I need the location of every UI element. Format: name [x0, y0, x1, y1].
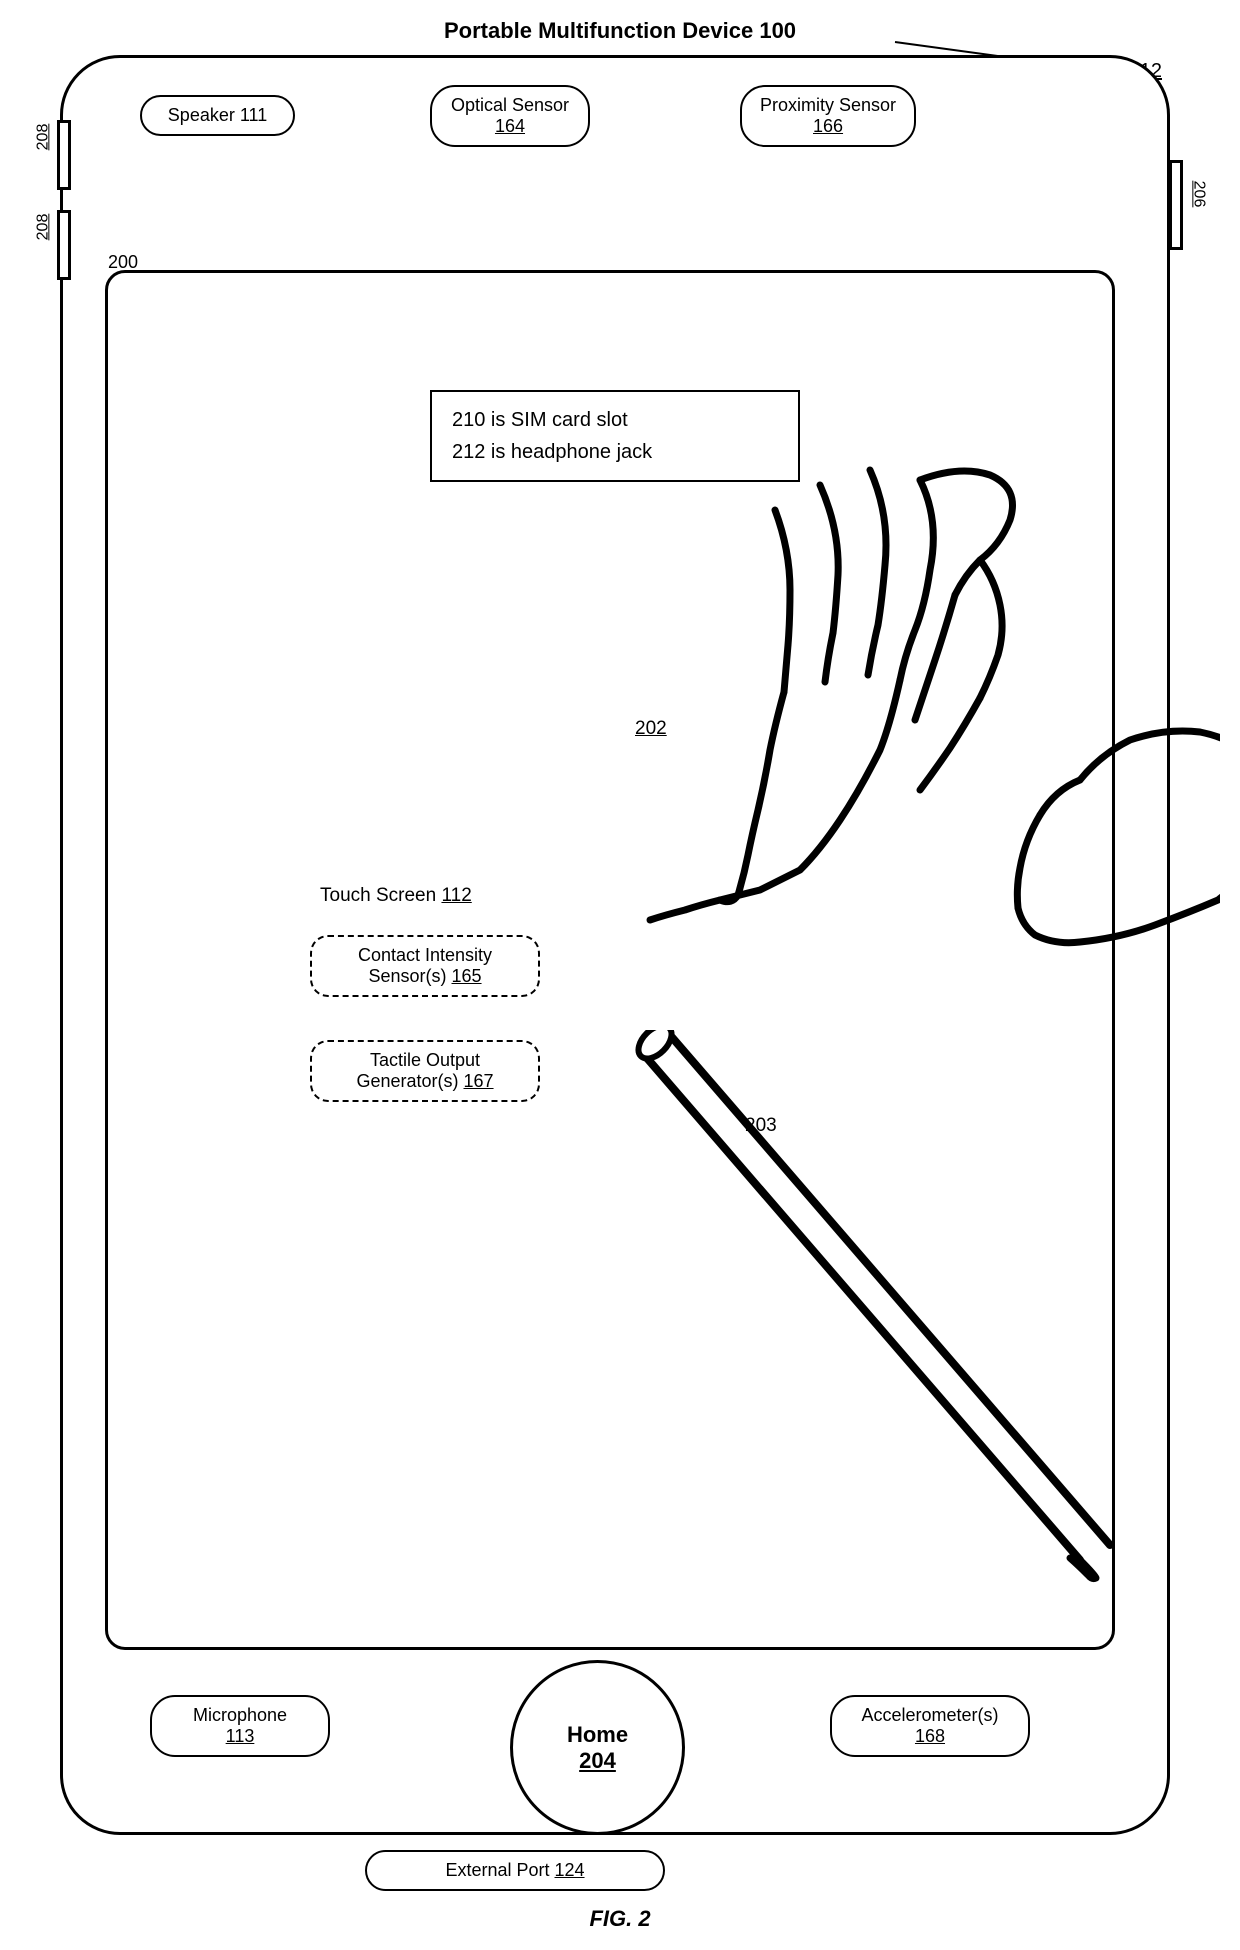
external-port-box: External Port 124: [365, 1850, 665, 1891]
microphone-label: Microphone: [193, 1705, 287, 1725]
left-button-top: [57, 120, 71, 190]
touch-screen-label: Touch Screen 112: [320, 885, 472, 907]
page-title: Portable Multifunction Device 100: [444, 18, 796, 44]
proximity-sensor-label: Proximity Sensor: [760, 95, 896, 115]
label-208-bottom: 208: [34, 214, 52, 241]
diagram: Portable Multifunction Device 100 210 21…: [0, 0, 1240, 1950]
optical-sensor-label: Optical Sensor: [451, 95, 569, 115]
label-206: 206: [1190, 181, 1208, 208]
accelerometer-box: Accelerometer(s) 168: [830, 1695, 1030, 1757]
speaker-label: Speaker 111: [168, 105, 267, 125]
info-box: 210 is SIM card slot 212 is headphone ja…: [430, 390, 800, 482]
contact-intensity-box: Contact Intensity Sensor(s) 165: [310, 935, 540, 997]
tactile-output-box: Tactile Output Generator(s) 167: [310, 1040, 540, 1102]
info-line1: 210 is SIM card slot: [452, 404, 778, 436]
proximity-sensor-ref: 166: [813, 116, 843, 136]
speaker-box: Speaker 111: [140, 95, 295, 136]
left-button-bottom: [57, 210, 71, 280]
home-ref: 204: [579, 1748, 616, 1774]
fig-label: FIG. 2: [589, 1906, 650, 1932]
external-port-ref: 124: [555, 1860, 585, 1880]
info-line2: 212 is headphone jack: [452, 436, 778, 468]
home-label: Home: [567, 1722, 628, 1748]
accelerometers-ref: 168: [915, 1726, 945, 1746]
proximity-sensor-box: Proximity Sensor 166: [740, 85, 916, 147]
accelerometers-label: Accelerometer(s): [861, 1705, 998, 1725]
label-208-top: 208: [34, 124, 52, 151]
title-text: Portable Multifunction Device 100: [444, 18, 796, 43]
optical-sensor-box: Optical Sensor 164: [430, 85, 590, 147]
home-button: Home 204: [510, 1660, 685, 1835]
right-button: [1169, 160, 1183, 250]
microphone-ref: 113: [226, 1726, 255, 1746]
label-202: 202: [635, 718, 667, 740]
microphone-box: Microphone 113: [150, 1695, 330, 1757]
label-203: 203: [745, 1115, 777, 1137]
external-port-label: External Port: [445, 1860, 549, 1880]
optical-sensor-ref: 164: [495, 116, 525, 136]
